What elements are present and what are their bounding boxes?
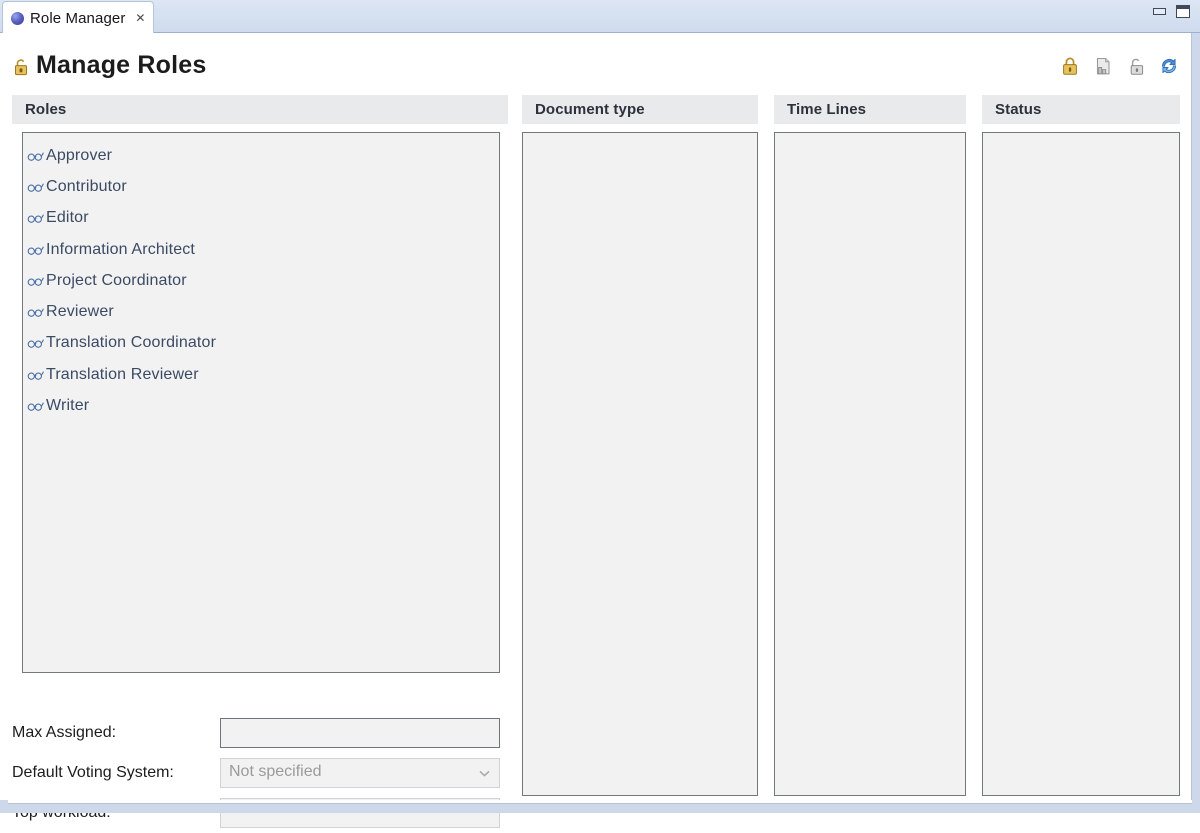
copy-document-icon[interactable] bbox=[1092, 55, 1114, 77]
column-header-document-type: Document type bbox=[522, 95, 758, 124]
list-item-label: Project Coordinator bbox=[46, 271, 187, 289]
tab-bar: Role Manager ✕ bbox=[0, 0, 1200, 34]
column-header-status: Status bbox=[982, 95, 1180, 124]
tab-role-manager[interactable]: Role Manager ✕ bbox=[2, 1, 155, 34]
list-item[interactable]: Contributor bbox=[27, 171, 499, 202]
window-bottom-strip bbox=[0, 800, 1200, 813]
default-voting-system-select[interactable]: Not specified bbox=[220, 758, 500, 788]
list-item-label: Contributor bbox=[46, 177, 127, 195]
field-row-default-voting-system: Default Voting System: Not specified bbox=[12, 753, 508, 793]
list-item-label: Translation Reviewer bbox=[46, 365, 199, 383]
list-item-label: Editor bbox=[46, 209, 89, 227]
column-header-label: Time Lines bbox=[787, 101, 867, 118]
role-properties-form: Max Assigned: Default Voting System: Not… bbox=[12, 713, 508, 833]
window-bottom-edge bbox=[8, 800, 1192, 804]
max-assigned-input[interactable] bbox=[220, 718, 500, 748]
list-item[interactable]: Information Architect bbox=[27, 234, 499, 265]
glasses-icon bbox=[27, 371, 44, 380]
header-toolbar bbox=[1059, 55, 1180, 77]
glasses-icon bbox=[27, 152, 44, 161]
minimize-icon[interactable] bbox=[1153, 8, 1166, 15]
open-padlock-icon bbox=[15, 59, 27, 76]
column-header-roles: Roles bbox=[12, 95, 508, 124]
column-header-time-lines: Time Lines bbox=[774, 95, 966, 124]
list-item[interactable]: Reviewer bbox=[27, 296, 499, 327]
status-listbox[interactable] bbox=[982, 132, 1180, 796]
close-icon[interactable]: ✕ bbox=[135, 12, 145, 24]
unlock-icon[interactable] bbox=[1125, 55, 1147, 77]
column-header-label: Document type bbox=[535, 101, 645, 118]
field-row-top-workload: Top workload: bbox=[12, 793, 508, 833]
application-window: Role Manager ✕ Manage Roles Roles Approv… bbox=[0, 0, 1200, 828]
list-item[interactable]: Translation Coordinator bbox=[27, 328, 499, 359]
list-item[interactable]: Editor bbox=[27, 203, 499, 234]
chevron-down-icon[interactable] bbox=[479, 770, 490, 777]
columns-area: Roles Approver Contributor Editor Inform… bbox=[0, 95, 1192, 828]
time-lines-listbox[interactable] bbox=[774, 132, 966, 796]
tab-title: Role Manager bbox=[30, 9, 126, 27]
column-status: Status bbox=[982, 95, 1180, 800]
glasses-icon bbox=[27, 183, 44, 192]
field-row-max-assigned: Max Assigned: bbox=[12, 713, 508, 753]
page-title: Manage Roles bbox=[36, 51, 207, 79]
window-controls bbox=[1153, 5, 1190, 18]
glasses-icon bbox=[27, 308, 44, 317]
column-header-label: Roles bbox=[25, 101, 67, 118]
form-header: Manage Roles bbox=[0, 33, 1192, 95]
list-item[interactable]: Translation Reviewer bbox=[27, 359, 499, 390]
column-time-lines: Time Lines bbox=[774, 95, 966, 800]
list-item-label: Approver bbox=[46, 146, 113, 164]
refresh-icon[interactable] bbox=[1158, 55, 1180, 77]
sphere-icon bbox=[11, 11, 24, 25]
maximize-icon[interactable] bbox=[1176, 5, 1190, 18]
glasses-icon bbox=[27, 214, 44, 224]
roles-listbox[interactable]: Approver Contributor Editor Information … bbox=[22, 132, 500, 673]
default-voting-system-label: Default Voting System: bbox=[12, 764, 174, 781]
column-header-label: Status bbox=[995, 101, 1042, 118]
lock-icon[interactable] bbox=[1059, 55, 1081, 77]
form-client-area: Manage Roles Roles Approver Contributor … bbox=[0, 33, 1192, 828]
glasses-icon bbox=[27, 402, 44, 411]
document-type-listbox[interactable] bbox=[522, 132, 758, 796]
glasses-icon bbox=[27, 339, 44, 349]
glasses-icon bbox=[27, 246, 44, 255]
list-item-label: Reviewer bbox=[46, 303, 114, 321]
column-roles: Roles Approver Contributor Editor Inform… bbox=[12, 95, 508, 828]
list-item[interactable]: Approver bbox=[27, 140, 499, 171]
list-item-label: Writer bbox=[46, 397, 90, 415]
roles-list: Approver Contributor Editor Information … bbox=[23, 133, 499, 672]
glasses-icon bbox=[27, 277, 44, 286]
list-item[interactable]: Project Coordinator bbox=[27, 265, 499, 296]
column-document-type: Document type bbox=[522, 95, 758, 800]
list-item-label: Translation Coordinator bbox=[46, 334, 217, 352]
list-item[interactable]: Writer bbox=[27, 390, 499, 421]
default-voting-system-value: Not specified bbox=[229, 763, 322, 780]
list-item-label: Information Architect bbox=[46, 240, 195, 258]
max-assigned-label: Max Assigned: bbox=[12, 724, 117, 741]
